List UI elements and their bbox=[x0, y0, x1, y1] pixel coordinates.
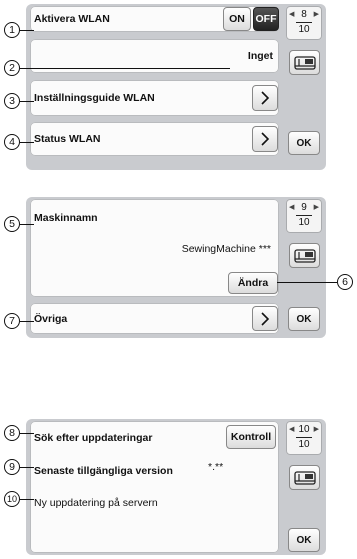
wlan-status-button[interactable] bbox=[252, 126, 278, 152]
chevron-right-icon bbox=[261, 132, 270, 146]
callout-9: 9 bbox=[4, 459, 20, 475]
wlan-guide-row: Inställningsguide WLAN bbox=[30, 80, 279, 116]
callout-4: 4 bbox=[4, 134, 20, 150]
side-column: ◀ ▶ 9 10 OK bbox=[286, 199, 322, 334]
wlan-guide-button[interactable] bbox=[252, 85, 278, 111]
page-divider bbox=[296, 215, 312, 216]
wlan-status-row: Status WLAN bbox=[30, 122, 279, 156]
ok-button[interactable]: OK bbox=[288, 307, 320, 331]
update-screen: Sök efter uppdateringar Kontroll Senaste… bbox=[26, 419, 326, 555]
page-total: 10 bbox=[298, 439, 310, 450]
page-total: 10 bbox=[298, 24, 310, 35]
leader-line bbox=[20, 224, 34, 225]
change-button[interactable]: Ändra bbox=[228, 272, 278, 294]
wlan-status-label: Status WLAN bbox=[34, 133, 101, 145]
machine-button[interactable] bbox=[289, 243, 320, 268]
callout-6: 6 bbox=[337, 274, 353, 290]
side-column: ◀ ▶ 10 10 OK bbox=[286, 421, 322, 553]
page-indicator: ◀ ▶ 10 10 bbox=[286, 421, 322, 455]
wlan-off-button[interactable]: OFF bbox=[253, 7, 279, 31]
callout-5: 5 bbox=[4, 216, 20, 232]
page-indicator: ◀ ▶ 8 10 bbox=[286, 6, 322, 40]
other-button[interactable] bbox=[252, 306, 278, 331]
page-total: 10 bbox=[298, 217, 310, 228]
chevron-right-icon bbox=[261, 311, 270, 326]
page-current: 8 bbox=[301, 9, 307, 20]
wlan-settings-screen: Aktivera WLAN ON OFF Inget Inställningsg… bbox=[26, 4, 326, 170]
leader-line bbox=[20, 499, 34, 500]
leader-line bbox=[20, 68, 230, 69]
network-value: Inget bbox=[247, 50, 273, 62]
machine-name-row: Maskinnamn SewingMachine *** Ändra bbox=[30, 199, 279, 297]
wlan-enable-row: Aktivera WLAN ON OFF bbox=[30, 6, 279, 32]
wlan-enable-label: Aktivera WLAN bbox=[34, 13, 110, 25]
callout-1: 1 bbox=[4, 22, 20, 38]
search-updates-label: Sök efter uppdateringar bbox=[34, 432, 153, 444]
latest-version-value: *.** bbox=[208, 461, 224, 473]
other-label: Övriga bbox=[34, 313, 68, 325]
callout-7: 7 bbox=[4, 313, 20, 329]
other-row: Övriga bbox=[30, 303, 279, 334]
sewing-machine-icon bbox=[293, 55, 316, 70]
machine-button[interactable] bbox=[289, 50, 320, 75]
page-divider bbox=[296, 22, 312, 23]
latest-version-label: Senaste tillgängliga version bbox=[34, 465, 173, 477]
wlan-on-button[interactable]: ON bbox=[223, 7, 251, 31]
callout-3: 3 bbox=[4, 93, 20, 109]
ok-button[interactable]: OK bbox=[288, 528, 320, 552]
leader-line bbox=[20, 101, 34, 102]
leader-line bbox=[20, 321, 34, 322]
new-update-label: Ny uppdatering på servern bbox=[34, 497, 158, 509]
side-column: ◀ ▶ 8 10 OK bbox=[286, 6, 322, 166]
page-divider bbox=[296, 437, 312, 438]
chevron-right-icon bbox=[261, 91, 270, 105]
machine-name-label: Maskinnamn bbox=[34, 212, 98, 224]
wlan-guide-label: Inställningsguide WLAN bbox=[34, 92, 155, 104]
leader-line bbox=[20, 30, 34, 31]
leader-line bbox=[20, 142, 34, 143]
sewing-machine-icon bbox=[293, 248, 316, 263]
machine-name-value: SewingMachine *** bbox=[181, 243, 271, 255]
ok-button[interactable]: OK bbox=[288, 131, 320, 155]
page-indicator: ◀ ▶ 9 10 bbox=[286, 199, 322, 233]
callout-10: 10 bbox=[4, 491, 20, 507]
sewing-machine-icon bbox=[293, 470, 316, 485]
leader-line bbox=[277, 282, 337, 283]
page-current: 10 bbox=[298, 424, 310, 435]
update-row: Sök efter uppdateringar Kontroll Senaste… bbox=[30, 421, 279, 553]
page-current: 9 bbox=[301, 202, 307, 213]
leader-line bbox=[20, 433, 34, 434]
leader-line bbox=[20, 467, 34, 468]
machine-name-screen: Maskinnamn SewingMachine *** Ändra Övrig… bbox=[26, 197, 326, 338]
machine-button[interactable] bbox=[289, 465, 320, 490]
callout-2: 2 bbox=[4, 60, 20, 76]
check-button[interactable]: Kontroll bbox=[226, 425, 276, 449]
callout-8: 8 bbox=[4, 425, 20, 441]
